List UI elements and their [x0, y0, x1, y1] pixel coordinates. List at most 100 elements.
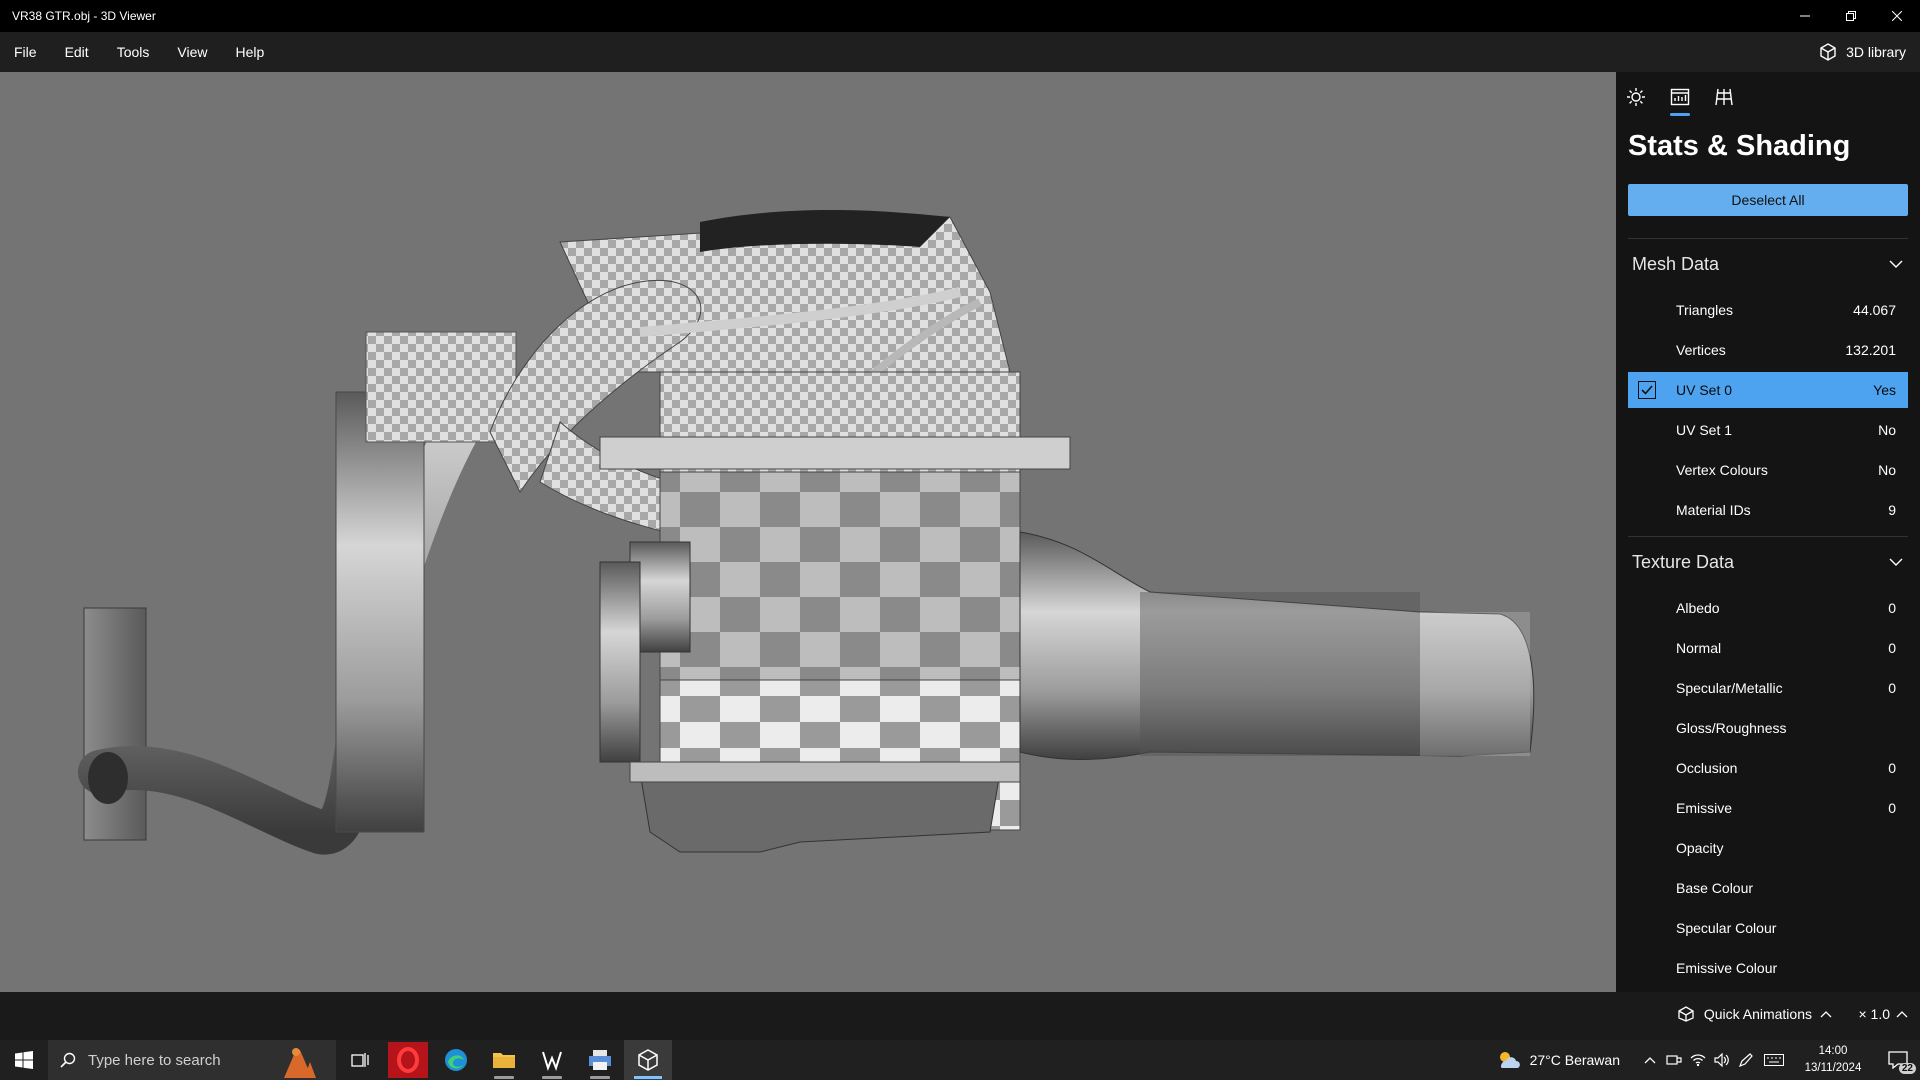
tab-grid[interactable] — [1712, 82, 1736, 112]
texture-data-header[interactable]: Texture Data — [1628, 544, 1908, 580]
window-controls — [1782, 0, 1920, 32]
mesh-row-uv-set-1[interactable]: UV Set 1 No — [1628, 412, 1908, 448]
close-icon — [1892, 11, 1902, 21]
tray-app-button[interactable] — [1662, 1040, 1686, 1080]
pen-button[interactable] — [1734, 1040, 1758, 1080]
pen-icon — [1738, 1053, 1753, 1067]
tab-stats-shading[interactable] — [1668, 82, 1692, 116]
search-highlight-icon — [284, 1048, 316, 1078]
stats-icon — [1670, 88, 1690, 106]
menu-tools[interactable]: Tools — [103, 32, 164, 72]
quick-animations-button[interactable]: Quick Animations — [1676, 1006, 1832, 1022]
row-value: 0 — [1888, 680, 1896, 696]
opera-icon — [388, 1042, 428, 1078]
window-title: VR38 GTR.obj - 3D Viewer — [12, 9, 156, 23]
3d-viewer-icon — [638, 1049, 658, 1071]
row-value: 0 — [1888, 640, 1896, 656]
row-value: Yes — [1873, 382, 1896, 398]
row-value: 132.201 — [1845, 342, 1896, 358]
mesh-row-material-ids[interactable]: Material IDs 9 — [1628, 492, 1908, 528]
speed-control[interactable]: × 1.0 — [1858, 1006, 1908, 1022]
print-taskbar-button[interactable] — [576, 1040, 624, 1080]
texture-row-opacity[interactable]: Opacity — [1628, 830, 1908, 866]
folder-icon — [493, 1053, 515, 1068]
mesh-data-label: Mesh Data — [1632, 253, 1720, 274]
texture-row-gloss-roughness[interactable]: Gloss/Roughness — [1628, 710, 1908, 746]
taskbar-search[interactable]: Type here to search — [48, 1040, 336, 1080]
system-tray: 27°C Berawan 14:00 13/11/2024 22 — [1496, 1040, 1920, 1080]
row-label: Specular/Metallic — [1676, 680, 1783, 696]
menu-help[interactable]: Help — [221, 32, 278, 72]
row-value: 9 — [1888, 502, 1896, 518]
minimize-button[interactable] — [1782, 0, 1828, 32]
row-label: Base Colour — [1676, 880, 1754, 896]
row-label: Gloss/Roughness — [1676, 720, 1787, 736]
checkbox[interactable] — [1638, 381, 1656, 399]
row-label: Specular Colour — [1676, 920, 1777, 936]
texture-row-specular-colour[interactable]: Specular Colour — [1628, 910, 1908, 946]
row-label: UV Set 1 — [1676, 422, 1733, 438]
engine-model — [78, 210, 1535, 855]
network-button[interactable] — [1686, 1040, 1710, 1080]
texture-row-specular-metallic[interactable]: Specular/Metallic 0 — [1628, 670, 1908, 706]
3d-library-label: 3D library — [1846, 44, 1906, 60]
stats-panel: Stats & Shading Deselect All Mesh Data T… — [1616, 72, 1920, 992]
app-taskbar-button[interactable] — [528, 1040, 576, 1080]
tab-lighting[interactable] — [1624, 82, 1648, 112]
3d-viewer-taskbar-button[interactable] — [624, 1040, 672, 1080]
mesh-row-triangles: Triangles 44.067 — [1628, 292, 1908, 328]
row-value: 0 — [1888, 800, 1896, 816]
row-label: Occlusion — [1676, 760, 1738, 776]
restore-button[interactable] — [1828, 0, 1874, 32]
texture-row-normal[interactable]: Normal 0 — [1628, 630, 1908, 666]
file-explorer-taskbar-button[interactable] — [480, 1040, 528, 1080]
search-placeholder: Type here to search — [88, 1051, 221, 1069]
mesh-data-header[interactable]: Mesh Data — [1628, 246, 1908, 282]
tray-app-icon — [1666, 1055, 1682, 1065]
keyboard-button[interactable] — [1758, 1040, 1790, 1080]
texture-row-albedo[interactable]: Albedo 0 — [1628, 590, 1908, 626]
edge-icon — [445, 1049, 467, 1071]
title-bar: VR38 GTR.obj - 3D Viewer — [0, 0, 1920, 32]
chevron-down-icon — [1884, 550, 1908, 574]
minimize-icon — [1800, 15, 1810, 17]
volume-button[interactable] — [1710, 1040, 1734, 1080]
weather-text: 27°C Berawan — [1529, 1052, 1620, 1068]
search-icon — [60, 1052, 76, 1068]
panel-title: Stats & Shading — [1628, 130, 1851, 162]
clock[interactable]: 14:00 13/11/2024 — [1790, 1043, 1876, 1077]
texture-row-emissive[interactable]: Emissive 0 — [1628, 790, 1908, 826]
row-label: Emissive — [1676, 800, 1733, 816]
start-button[interactable] — [0, 1040, 48, 1080]
row-label: Material IDs — [1676, 502, 1751, 518]
chevron-down-icon — [1884, 252, 1908, 276]
texture-row-occlusion[interactable]: Occlusion 0 — [1628, 750, 1908, 786]
tray-expand-button[interactable] — [1638, 1040, 1662, 1080]
deselect-all-button[interactable]: Deselect All — [1628, 184, 1908, 216]
menu-view[interactable]: View — [163, 32, 221, 72]
menu-file[interactable]: File — [0, 32, 51, 72]
wifi-icon — [1690, 1054, 1706, 1067]
opera-taskbar-button[interactable] — [384, 1040, 432, 1080]
texture-row-emissive-colour[interactable]: Emissive Colour — [1628, 950, 1908, 986]
3d-viewport[interactable] — [0, 72, 1616, 992]
task-view-button[interactable] — [336, 1040, 384, 1080]
texture-data-label: Texture Data — [1632, 551, 1735, 572]
speaker-icon — [1714, 1053, 1729, 1067]
texture-row-base-colour[interactable]: Base Colour — [1628, 870, 1908, 906]
notifications-button[interactable]: 22 — [1876, 1040, 1920, 1080]
edge-taskbar-button[interactable] — [432, 1040, 480, 1080]
notification-count: 22 — [1898, 1063, 1916, 1074]
menu-bar: File Edit Tools View Help 3D library — [0, 32, 1920, 72]
mesh-row-vertex-colours[interactable]: Vertex Colours No — [1628, 452, 1908, 488]
row-label: Albedo — [1676, 600, 1720, 616]
weather-widget[interactable]: 27°C Berawan — [1496, 1050, 1638, 1070]
menu-edit[interactable]: Edit — [51, 32, 103, 72]
close-button[interactable] — [1874, 0, 1920, 32]
chevron-up-icon — [1896, 1011, 1908, 1018]
3d-library-button[interactable]: 3D library — [1818, 32, 1906, 72]
mesh-row-uv-set-0[interactable]: UV Set 0 Yes — [1628, 372, 1908, 408]
chevron-up-icon — [1820, 1011, 1832, 1018]
row-label: Normal — [1676, 640, 1722, 656]
quick-animations-label: Quick Animations — [1703, 1006, 1812, 1022]
